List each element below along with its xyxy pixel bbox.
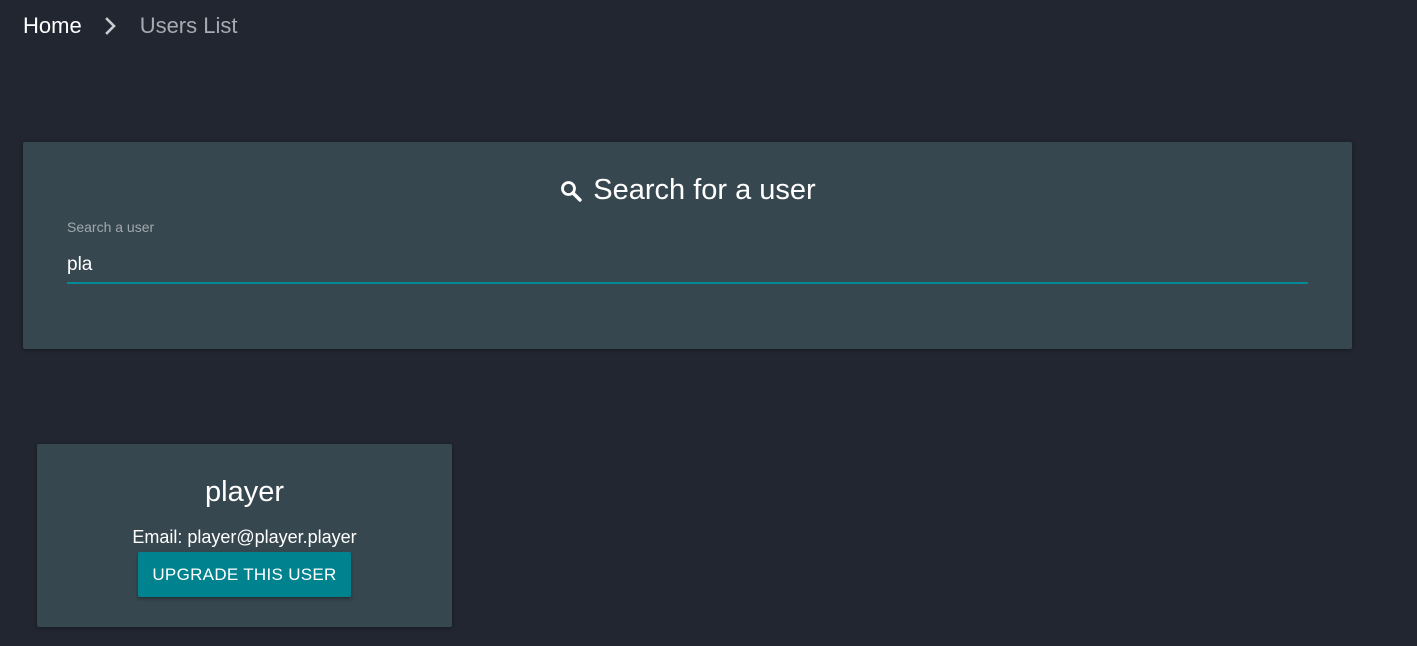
breadcrumb-home-link[interactable]: Home: [23, 13, 82, 39]
breadcrumb: Home Users List: [23, 12, 237, 40]
chevron-right-icon: [82, 17, 140, 35]
user-name: player: [205, 476, 284, 508]
search-title: Search for a user: [23, 174, 1352, 207]
breadcrumb-current: Users List: [139, 13, 238, 38]
upgrade-user-button[interactable]: UPGRADE THIS USER: [138, 552, 351, 597]
user-email: Email: player@player.player: [132, 527, 357, 547]
search-label: Search a user: [67, 219, 155, 235]
search-title-text: Search for a user: [593, 174, 816, 206]
search-input[interactable]: [67, 248, 1308, 284]
search-card: Search for a user Search a user: [23, 142, 1352, 349]
search-icon: [559, 179, 583, 203]
user-card: player Email: player@player.player UPGRA…: [37, 444, 452, 627]
